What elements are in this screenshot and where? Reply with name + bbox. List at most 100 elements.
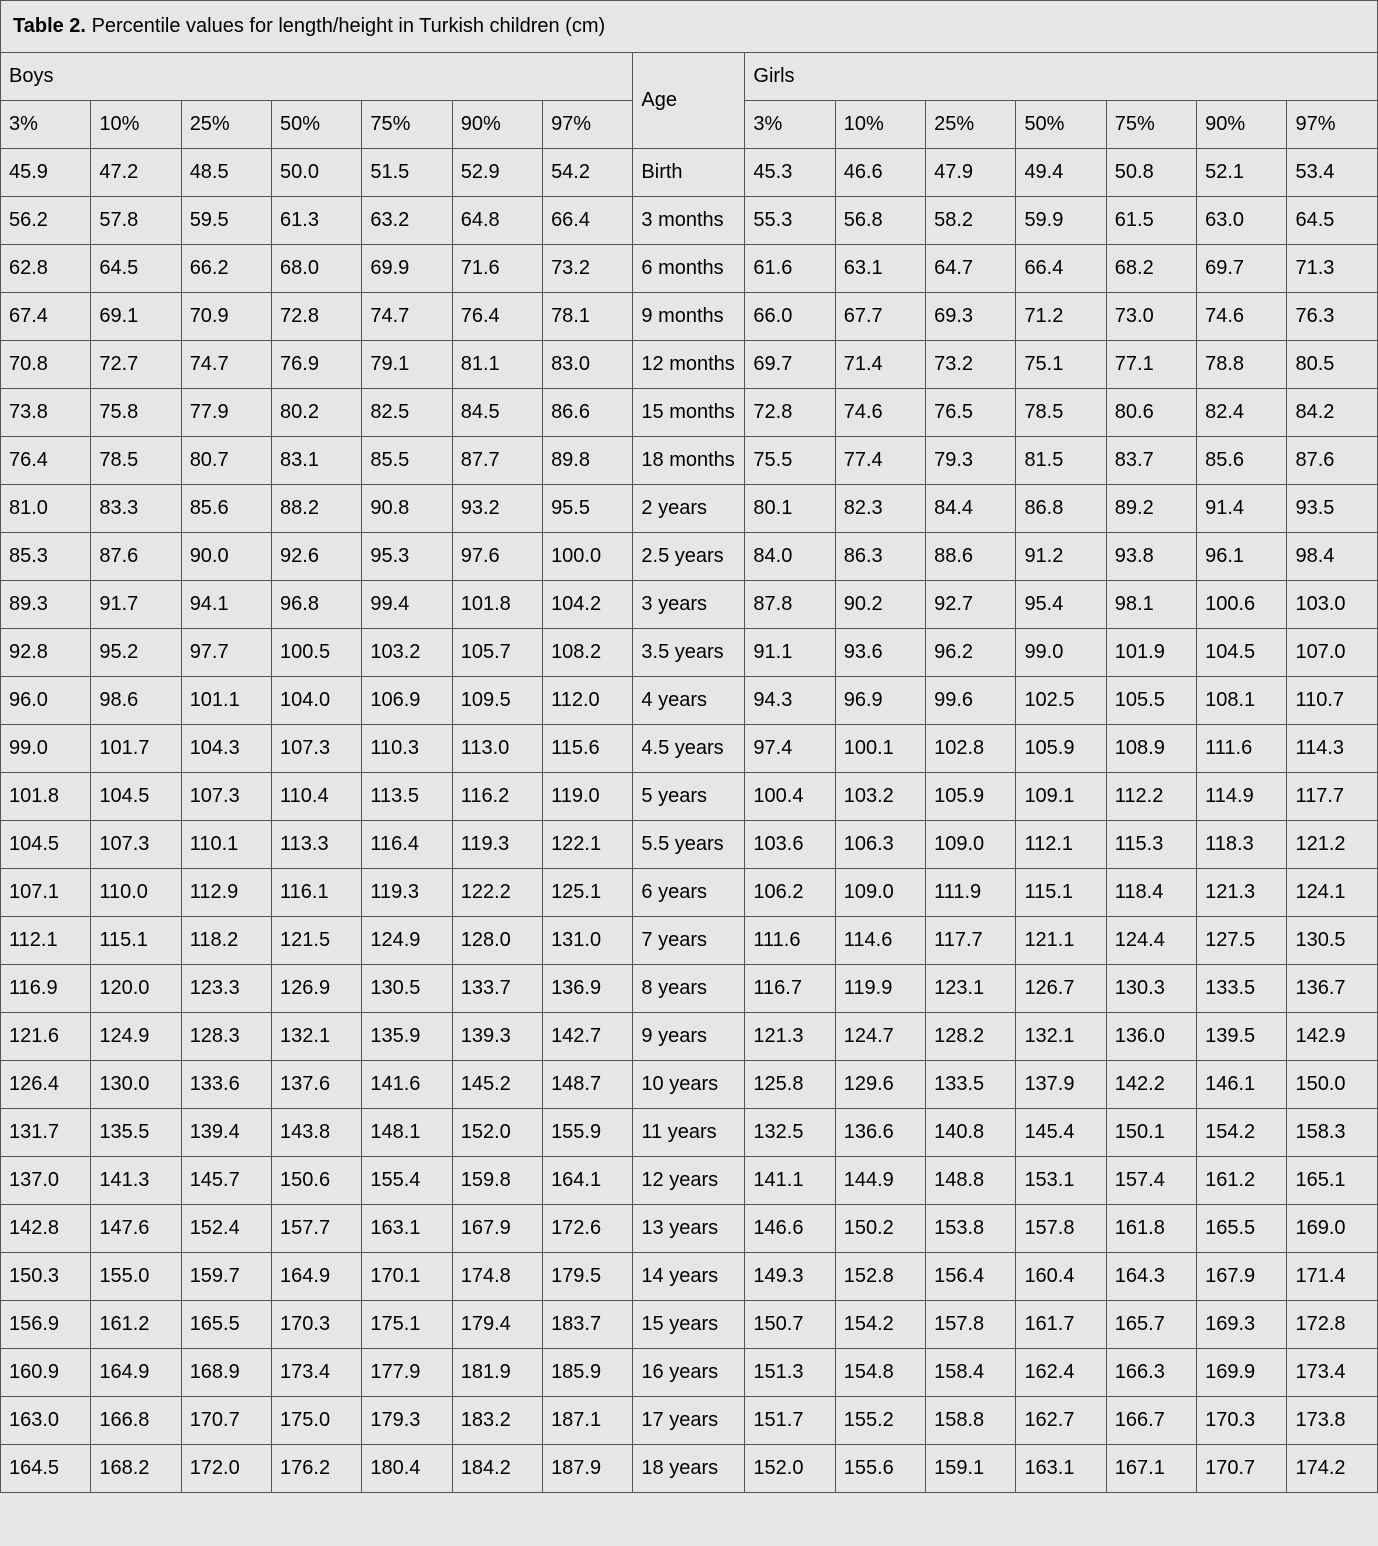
girls-cell: 66.0: [745, 293, 835, 341]
boys-cell: 104.5: [1, 821, 91, 869]
girls-cell: 161.7: [1016, 1301, 1106, 1349]
girls-cell: 123.1: [926, 965, 1016, 1013]
girls-cell: 76.3: [1287, 293, 1378, 341]
boys-cell: 175.1: [362, 1301, 452, 1349]
boys-cell: 87.7: [452, 437, 542, 485]
girls-cell: 173.4: [1287, 1349, 1378, 1397]
girls-cell: 152.8: [835, 1253, 925, 1301]
table-row: 89.391.794.196.899.4101.8104.23 years87.…: [1, 581, 1378, 629]
boys-cell: 109.5: [452, 677, 542, 725]
boys-cell: 124.9: [362, 917, 452, 965]
girls-cell: 121.1: [1016, 917, 1106, 965]
girls-cell: 146.6: [745, 1205, 835, 1253]
girls-cell: 162.4: [1016, 1349, 1106, 1397]
girls-cell: 127.5: [1197, 917, 1287, 965]
girls-cell: 83.7: [1106, 437, 1196, 485]
girls-cell: 108.1: [1197, 677, 1287, 725]
girls-cell: 156.4: [926, 1253, 1016, 1301]
girls-cell: 140.8: [926, 1109, 1016, 1157]
table-head: Boys Age Girls 3%10%25%50%75%90%97%3%10%…: [1, 53, 1378, 149]
boys-cell: 100.5: [272, 629, 362, 677]
boys-cell: 107.3: [181, 773, 271, 821]
girls-cell: 144.9: [835, 1157, 925, 1205]
girls-cell: 98.4: [1287, 533, 1378, 581]
boys-cell: 66.4: [543, 197, 633, 245]
girls-cell: 169.3: [1197, 1301, 1287, 1349]
boys-cell: 142.7: [543, 1013, 633, 1061]
boys-cell: 59.5: [181, 197, 271, 245]
boys-cell: 69.1: [91, 293, 181, 341]
girls-cell: 71.2: [1016, 293, 1106, 341]
girls-cell: 154.2: [1197, 1109, 1287, 1157]
girls-cell: 155.6: [835, 1445, 925, 1493]
girls-cell: 128.2: [926, 1013, 1016, 1061]
girls-cell: 96.2: [926, 629, 1016, 677]
girls-cell: 137.9: [1016, 1061, 1106, 1109]
girls-cell: 171.4: [1287, 1253, 1378, 1301]
boys-cell: 73.2: [543, 245, 633, 293]
boys-cell: 90.0: [181, 533, 271, 581]
boys-cell: 136.9: [543, 965, 633, 1013]
girls-cell: 132.5: [745, 1109, 835, 1157]
girls-cell: 139.5: [1197, 1013, 1287, 1061]
girls-cell: 125.8: [745, 1061, 835, 1109]
girls-cell: 77.4: [835, 437, 925, 485]
boys-cell: 89.8: [543, 437, 633, 485]
girls-cell: 103.2: [835, 773, 925, 821]
table-row: 131.7135.5139.4143.8148.1152.0155.911 ye…: [1, 1109, 1378, 1157]
girls-cell: 154.8: [835, 1349, 925, 1397]
girls-cell: 94.3: [745, 677, 835, 725]
age-cell: 3.5 years: [633, 629, 745, 677]
boys-pct-header: 90%: [452, 101, 542, 149]
boys-cell: 106.9: [362, 677, 452, 725]
girls-cell: 49.4: [1016, 149, 1106, 197]
boys-cell: 113.5: [362, 773, 452, 821]
girls-cell: 72.8: [745, 389, 835, 437]
table-row: 116.9120.0123.3126.9130.5133.7136.98 yea…: [1, 965, 1378, 1013]
girls-cell: 79.3: [926, 437, 1016, 485]
boys-cell: 54.2: [543, 149, 633, 197]
boys-cell: 180.4: [362, 1445, 452, 1493]
girls-cell: 91.4: [1197, 485, 1287, 533]
girls-cell: 106.3: [835, 821, 925, 869]
table-row: 45.947.248.550.051.552.954.2Birth45.346.…: [1, 149, 1378, 197]
table-title: Percentile values for length/height in T…: [92, 15, 606, 37]
girls-cell: 157.4: [1106, 1157, 1196, 1205]
girls-cell: 130.3: [1106, 965, 1196, 1013]
boys-cell: 168.2: [91, 1445, 181, 1493]
table-row: 104.5107.3110.1113.3116.4119.3122.15.5 y…: [1, 821, 1378, 869]
girls-cell: 84.0: [745, 533, 835, 581]
girls-cell: 152.0: [745, 1445, 835, 1493]
girls-cell: 99.6: [926, 677, 1016, 725]
girls-cell: 132.1: [1016, 1013, 1106, 1061]
boys-cell: 187.9: [543, 1445, 633, 1493]
boys-cell: 95.3: [362, 533, 452, 581]
boys-cell: 122.2: [452, 869, 542, 917]
boys-cell: 104.2: [543, 581, 633, 629]
boys-cell: 63.2: [362, 197, 452, 245]
girls-cell: 78.5: [1016, 389, 1106, 437]
boys-cell: 119.0: [543, 773, 633, 821]
girls-cell: 63.1: [835, 245, 925, 293]
girls-cell: 129.6: [835, 1061, 925, 1109]
girls-cell: 162.7: [1016, 1397, 1106, 1445]
girls-cell: 96.1: [1197, 533, 1287, 581]
girls-cell: 149.3: [745, 1253, 835, 1301]
boys-cell: 170.3: [272, 1301, 362, 1349]
girls-cell: 88.6: [926, 533, 1016, 581]
boys-cell: 99.4: [362, 581, 452, 629]
table-row: 156.9161.2165.5170.3175.1179.4183.715 ye…: [1, 1301, 1378, 1349]
boys-cell: 130.5: [362, 965, 452, 1013]
boys-cell: 83.0: [543, 341, 633, 389]
table-row: 76.478.580.783.185.587.789.818 months75.…: [1, 437, 1378, 485]
boys-cell: 61.3: [272, 197, 362, 245]
girls-cell: 170.7: [1197, 1445, 1287, 1493]
girls-cell: 161.2: [1197, 1157, 1287, 1205]
group-header-row: Boys Age Girls: [1, 53, 1378, 101]
girls-cell: 165.7: [1106, 1301, 1196, 1349]
boys-cell: 155.4: [362, 1157, 452, 1205]
boys-cell: 76.4: [452, 293, 542, 341]
boys-cell: 124.9: [91, 1013, 181, 1061]
girls-cell: 58.2: [926, 197, 1016, 245]
boys-cell: 133.7: [452, 965, 542, 1013]
